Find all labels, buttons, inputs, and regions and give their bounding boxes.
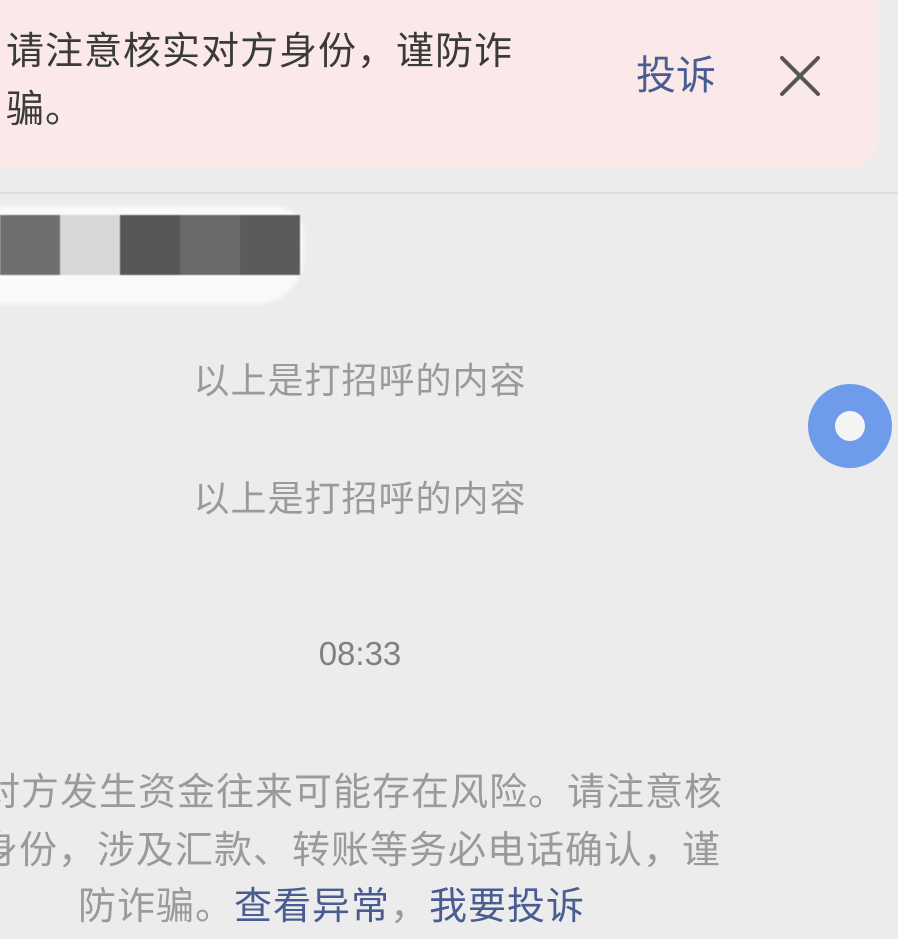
floating-ring-button[interactable]: [808, 384, 892, 468]
mosaic-block: [120, 215, 180, 275]
banner-warning-line1: 请注意核实对方身份，谨防诈: [6, 29, 514, 73]
risk-warning-prefix: 防诈骗。: [78, 884, 235, 928]
link-separator: ，: [390, 884, 430, 928]
redacted-message-mosaic: [0, 215, 300, 275]
mosaic-block: [180, 215, 240, 275]
close-icon[interactable]: [772, 48, 828, 104]
message-timestamp: 08:33: [318, 635, 402, 672]
banner-divider: [0, 192, 898, 194]
view-anomaly-link[interactable]: 查看异常: [234, 884, 390, 928]
banner-warning-line2: 骗。: [6, 87, 85, 131]
banner-warning-text: 请注意核实对方身份，谨防诈 骗。: [6, 22, 586, 138]
complain-link[interactable]: 我要投诉: [429, 884, 585, 928]
risk-warning-line2: 身份，涉及汇款、转账等务必电话确认，谨: [0, 828, 722, 872]
risk-warning-line1: 对方发生资金往来可能存在风险。请注意核: [0, 770, 724, 814]
mosaic-block: [0, 215, 60, 275]
fraud-warning-banner: 请注意核实对方身份，谨防诈 骗。 投诉: [0, 0, 878, 168]
risk-warning-line3: 防诈骗。查看异常，我要投诉: [78, 877, 585, 935]
greeting-notice: 以上是打招呼的内容: [193, 361, 527, 402]
greeting-notice: 以上是打招呼的内容: [193, 479, 527, 520]
mosaic-block: [240, 215, 300, 275]
mosaic-block: [60, 215, 120, 275]
circle-ring-icon: [835, 411, 865, 441]
banner-complain-button[interactable]: 投诉: [636, 50, 716, 102]
